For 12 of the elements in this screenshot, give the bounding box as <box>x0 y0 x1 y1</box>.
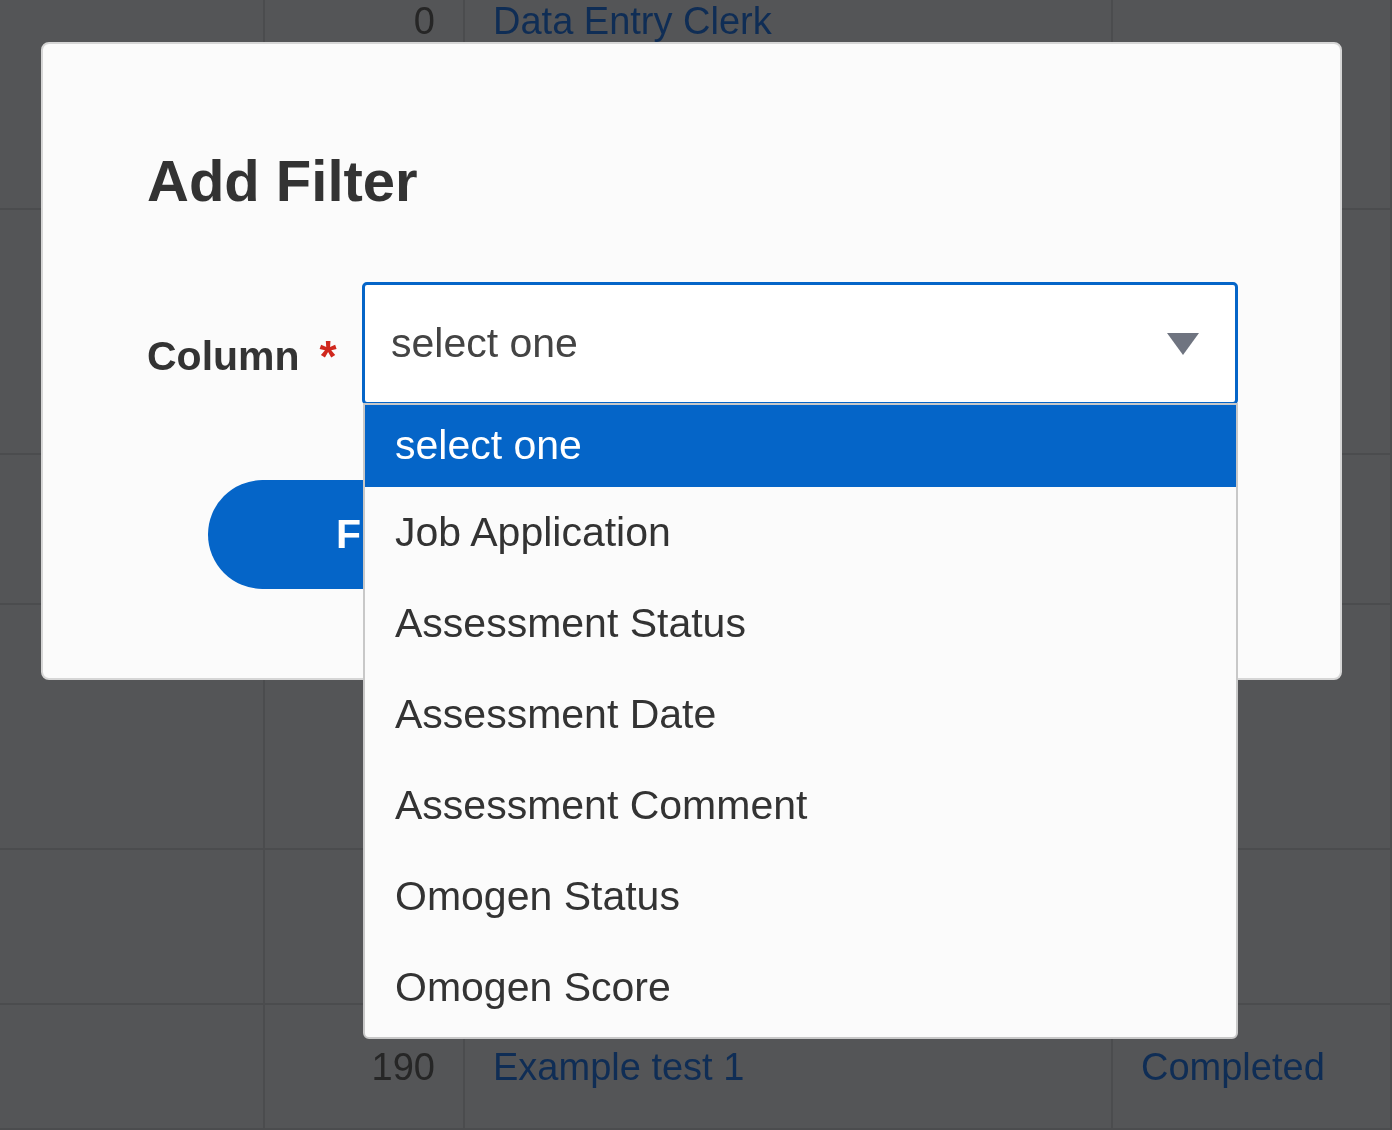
dropdown-option[interactable]: Omogen Status <box>365 851 1236 942</box>
dropdown-caret-icon <box>1167 332 1199 355</box>
column-select[interactable]: select one <box>362 282 1238 405</box>
field-label: Column <box>147 332 300 381</box>
dropdown-option[interactable]: select one <box>365 405 1236 487</box>
dropdown-option[interactable]: Assessment Date <box>365 669 1236 760</box>
required-mark: * <box>319 334 337 379</box>
dropdown-option[interactable]: Job Application <box>365 487 1236 578</box>
dropdown-option[interactable]: Omogen Score <box>365 942 1236 1033</box>
dropdown-option[interactable]: Assessment Status <box>365 578 1236 669</box>
dialog-title: Add Filter <box>147 152 418 210</box>
dropdown-option[interactable]: Assessment Comment <box>365 760 1236 851</box>
